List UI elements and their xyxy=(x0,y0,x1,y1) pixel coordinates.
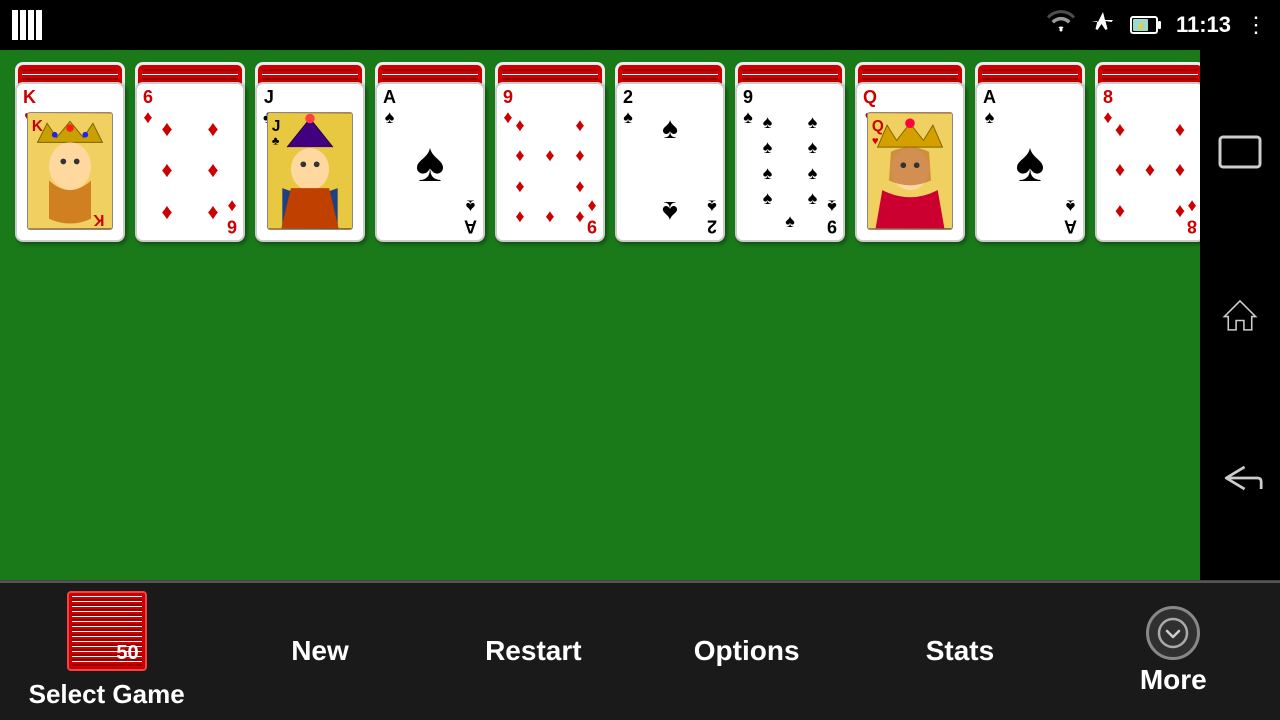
svg-text:♣: ♣ xyxy=(272,135,280,147)
more-button[interactable]: More xyxy=(1067,581,1280,720)
options-label: Options xyxy=(694,635,800,667)
more-label: More xyxy=(1140,664,1207,696)
svg-text:⚡: ⚡ xyxy=(1136,21,1146,31)
status-bar: ⚡ 11:13 ⋮ xyxy=(0,0,1280,50)
stats-label: Stats xyxy=(926,635,994,667)
select-game-button[interactable]: 50 Select Game xyxy=(0,581,213,720)
home-button[interactable] xyxy=(1210,290,1270,340)
restart-button[interactable]: Restart xyxy=(427,581,640,720)
select-game-label: Select Game xyxy=(29,679,185,710)
card-stack-1[interactable]: K♥ xyxy=(15,62,125,252)
svg-text:K: K xyxy=(93,211,104,228)
barcode-icon xyxy=(12,10,42,40)
svg-text:♥: ♥ xyxy=(872,135,879,147)
stats-button[interactable]: Stats xyxy=(853,581,1066,720)
new-game-label: New xyxy=(291,635,349,667)
card-stack-2[interactable]: 6♦ 6♦ ♦ ♦ ♦ ♦ ♦ ♦ xyxy=(135,62,245,252)
options-button[interactable]: Options xyxy=(640,581,853,720)
cards-row: K♥ xyxy=(0,50,1200,264)
status-right: ⚡ 11:13 ⋮ xyxy=(1046,9,1268,41)
landscape-button[interactable] xyxy=(1210,127,1270,177)
king-face: K K xyxy=(27,112,113,230)
bottom-bar: 50 Select Game New Restart Options Stats… xyxy=(0,580,1280,720)
airplane-icon xyxy=(1090,9,1116,41)
card-stack-9[interactable]: A♠ A♠ ♠ xyxy=(975,62,1085,252)
game-number: 50 xyxy=(116,642,138,665)
svg-text:Q: Q xyxy=(872,118,884,135)
new-game-button[interactable]: New xyxy=(213,581,426,720)
back-button[interactable] xyxy=(1210,453,1270,503)
battery-icon: ⚡ xyxy=(1130,15,1162,35)
svg-text:J: J xyxy=(272,118,281,135)
select-game-thumbnail: 50 xyxy=(67,591,147,671)
card-stack-7[interactable]: 9♠ 9♠ ♠ ♠ ♠ ♠ ♠ ♠ ♠ ♠ ♠ xyxy=(735,62,845,252)
card-stack-10[interactable]: 8♦ 8♦ ♦ ♦ ♦ ♦ ♦ ♦ ♦ xyxy=(1095,62,1200,252)
right-nav xyxy=(1200,50,1280,580)
more-circle-icon xyxy=(1146,606,1200,660)
overflow-menu-icon[interactable]: ⋮ xyxy=(1245,12,1268,38)
card-stack-3[interactable]: J♣ xyxy=(255,62,365,252)
status-left xyxy=(12,10,42,40)
time-display: 11:13 xyxy=(1176,12,1231,38)
game-area: K♥ xyxy=(0,50,1200,580)
wifi-icon xyxy=(1046,10,1076,40)
card-stack-5[interactable]: 9♦ 9♦ ♦ ♦ ♦ ♦ ♦ ♦ ♦ ♦ ♦ ♦ xyxy=(495,62,605,252)
card-stack-4[interactable]: A♠ A♠ ♠ xyxy=(375,62,485,252)
restart-label: Restart xyxy=(485,635,581,667)
svg-text:K: K xyxy=(32,118,43,135)
card-stack-6[interactable]: 2♠ 2♠ ♠ ♠ xyxy=(615,62,725,252)
card-stack-8[interactable]: Q♥ xyxy=(855,62,965,252)
